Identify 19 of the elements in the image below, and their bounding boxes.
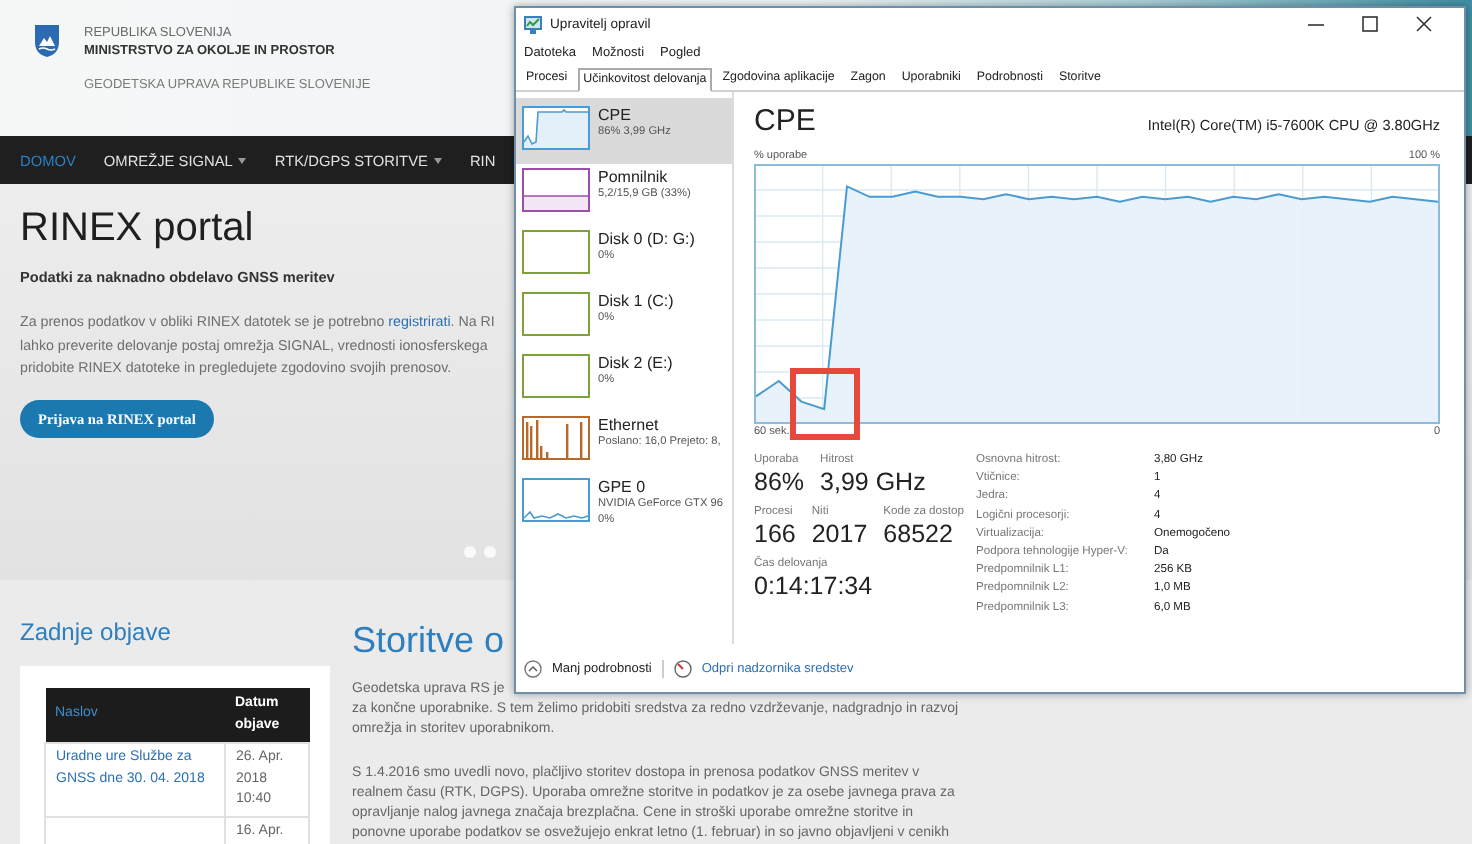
page-title: RINEX portal xyxy=(20,204,254,252)
carousel-dot[interactable] xyxy=(464,546,476,558)
maximize-icon[interactable] xyxy=(1362,16,1378,32)
gauge-icon xyxy=(673,659,692,677)
coat-of-arms-icon xyxy=(34,24,60,58)
task-manager-icon xyxy=(524,15,542,33)
section-title: Storitve o xyxy=(352,618,507,662)
section-title: Zadnje objave xyxy=(20,616,173,648)
stat-value: 2017 xyxy=(811,520,868,550)
stat-value: 166 xyxy=(754,520,796,550)
collapse-icon xyxy=(524,659,542,677)
close-icon[interactable] xyxy=(1416,16,1432,32)
stat-value: 68522 xyxy=(883,520,955,550)
panel-title: CPE xyxy=(754,104,816,140)
stat-value: 86% xyxy=(754,468,805,498)
highlight-rectangle xyxy=(790,368,860,440)
stat-value: 0:14:17:34 xyxy=(754,572,873,602)
stat-value: 3,99 GHz xyxy=(820,468,926,498)
carousel-dot[interactable] xyxy=(484,546,496,558)
